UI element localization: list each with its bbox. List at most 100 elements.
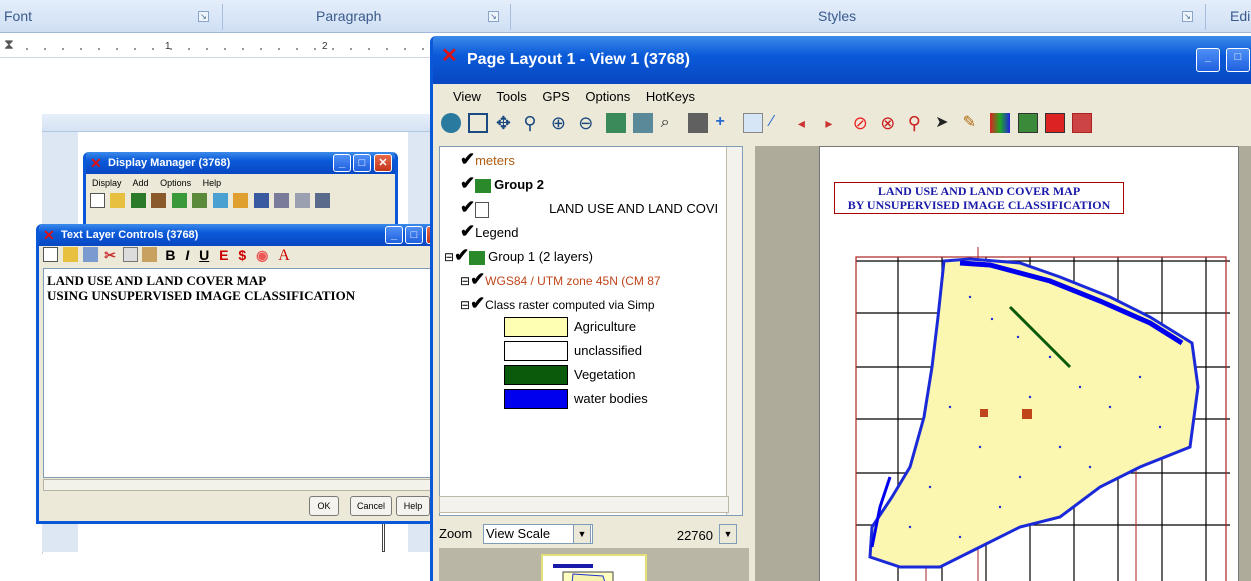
maximize-button[interactable]: □ (353, 154, 371, 172)
check-icon[interactable]: ✔ (470, 293, 485, 313)
layer-legend[interactable]: ✔Legend (460, 219, 518, 243)
text-layer-controls-window[interactable]: ✕ Text Layer Controls (3768) _ □ ✕ ✂ B I… (36, 224, 450, 524)
text-horizontal-scrollbar[interactable] (43, 479, 443, 491)
menu-tools[interactable]: Tools (496, 89, 526, 104)
stop-icon[interactable]: ⊗ (880, 113, 900, 133)
record-icon[interactable]: ◉ (256, 247, 268, 263)
layers-icon[interactable] (1072, 113, 1093, 133)
close-button[interactable]: ✕ (374, 154, 392, 172)
menu-gps[interactable]: GPS (542, 89, 569, 104)
cut-icon[interactable]: ✂ (103, 247, 118, 263)
save-icon[interactable] (130, 193, 146, 208)
measure-icon[interactable]: ⁄ (770, 113, 790, 133)
full-view-icon[interactable] (468, 113, 489, 133)
check-icon[interactable]: ✔ (460, 221, 475, 241)
ribbon-group-paragraph[interactable]: Paragraph (316, 8, 381, 28)
font-color-button[interactable]: A (278, 247, 290, 264)
layout-page[interactable]: LAND USE AND LAND COVER MAP BY UNSUPERVI… (819, 146, 1239, 581)
zoom-box-icon[interactable]: ⚲ (523, 113, 543, 133)
table-icon[interactable] (294, 193, 310, 208)
menu-hotkeys[interactable]: HotKeys (646, 89, 695, 104)
add-layer-icon[interactable]: + (716, 113, 736, 133)
save-icon[interactable] (82, 247, 98, 262)
menu-display[interactable]: Display (92, 178, 122, 188)
zoom-out-icon[interactable]: ⊖ (578, 113, 598, 133)
styles-dialog-launcher-icon[interactable]: ↘ (1182, 11, 1193, 22)
color-icon[interactable] (233, 193, 249, 208)
italic-button[interactable]: I (185, 247, 189, 263)
menu-view[interactable]: View (453, 89, 481, 104)
binoculars-icon[interactable]: ⌕ (661, 113, 681, 133)
layer-group-1[interactable]: ⊟✔ Group 1 (2 layers) (444, 243, 593, 267)
layer-list[interactable]: ✔meters ✔ Group 2 ✔ LAND USE AND LAND COVI… (439, 146, 743, 516)
menu-help[interactable]: Help (203, 178, 222, 188)
group-icon[interactable] (253, 193, 269, 208)
horizontal-ruler[interactable]: ⧗ 1 2 (0, 36, 440, 58)
previous-view-icon[interactable]: ◂ (798, 113, 818, 133)
new-icon[interactable] (43, 247, 58, 262)
find-icon[interactable]: ⚲ (908, 113, 928, 133)
layout-icon[interactable] (1044, 113, 1065, 133)
zoom-scale-dropdown-icon[interactable]: ▼ (719, 524, 737, 544)
bold-button[interactable]: B (165, 247, 175, 263)
zoom-scale-value[interactable]: 22760 (661, 524, 713, 548)
ribbon-group-editing[interactable]: Edi (1230, 8, 1250, 28)
check-icon[interactable]: ✔ (460, 149, 475, 169)
help-button[interactable]: Help (396, 496, 430, 516)
check-icon[interactable]: ✔ (460, 197, 475, 217)
pointer-icon[interactable]: ➤ (935, 113, 955, 133)
ribbon-group-styles[interactable]: Styles (818, 8, 856, 28)
next-view-icon[interactable]: ▸ (825, 113, 845, 133)
vector-icon[interactable] (192, 193, 208, 208)
layer-meters[interactable]: ✔meters (460, 147, 515, 171)
display-manager-titlebar[interactable]: ✕ Display Manager (3768) _ □ ✕ (86, 152, 395, 174)
layer-list-horizontal-scrollbar[interactable] (439, 496, 729, 513)
menu-options[interactable]: Options (160, 178, 191, 188)
pan-icon[interactable]: ✥ (496, 113, 516, 133)
add-icon[interactable] (212, 193, 228, 208)
text-entry-area[interactable]: LAND USE AND LAND COVER MAP USING UNSUPE… (43, 268, 443, 478)
menu-options[interactable]: Options (585, 89, 630, 104)
layer-icon[interactable] (151, 193, 167, 208)
scale-icon[interactable] (742, 113, 763, 133)
cancel-icon[interactable]: ⊘ (853, 113, 873, 133)
check-icon[interactable]: ✔ (460, 173, 475, 193)
indent-marker-icon[interactable]: ⧗ (4, 36, 14, 53)
cancel-button[interactable]: Cancel (350, 496, 392, 516)
enhance-button[interactable]: E (219, 247, 228, 263)
layer-title-text[interactable]: ✔ LAND USE AND LAND COVI (460, 195, 718, 219)
layer-group-2[interactable]: ✔ Group 2 (460, 171, 544, 195)
zoom-in-icon[interactable]: ⊕ (551, 113, 571, 133)
minimize-button[interactable]: _ (333, 154, 351, 172)
underline-button[interactable]: U (199, 247, 209, 263)
camera-icon[interactable] (688, 113, 709, 133)
minimize-button[interactable]: _ (1196, 48, 1220, 72)
redraw-icon[interactable] (441, 113, 461, 133)
legend-edit-icon[interactable] (990, 113, 1011, 133)
check-icon[interactable]: ✔ (454, 245, 469, 265)
menu-add[interactable]: Add (133, 178, 149, 188)
map-icon[interactable] (314, 193, 330, 208)
page-layout-window[interactable]: ✕ Page Layout 1 - View 1 (3768) _ □ View… (430, 36, 1251, 581)
paste-icon[interactable] (142, 247, 158, 262)
new-icon[interactable] (90, 193, 105, 208)
overview-thumbnail[interactable] (541, 554, 647, 581)
copy-icon[interactable] (122, 247, 138, 262)
font-dialog-launcher-icon[interactable]: ↘ (198, 11, 209, 22)
pencil-icon[interactable]: ✎ (963, 113, 983, 133)
paragraph-dialog-launcher-icon[interactable]: ↘ (488, 11, 499, 22)
maximize-button[interactable]: □ (1226, 48, 1250, 72)
zoom-mode-dropdown-icon[interactable]: ▼ (573, 524, 591, 544)
open-icon[interactable] (62, 247, 78, 262)
ok-button[interactable]: OK (309, 496, 339, 516)
layer-list-vertical-scrollbar[interactable] (726, 147, 742, 515)
page-layout-titlebar[interactable]: ✕ Page Layout 1 - View 1 (3768) _ □ (433, 36, 1251, 84)
maximize-button[interactable]: □ (405, 226, 423, 244)
grid-icon[interactable] (633, 113, 654, 133)
raster-icon[interactable] (171, 193, 187, 208)
grid-icon[interactable] (274, 193, 290, 208)
symbol-icon[interactable]: $ (238, 247, 246, 263)
select-icon[interactable] (605, 113, 626, 133)
open-icon[interactable] (110, 193, 126, 208)
map-icon[interactable] (1017, 113, 1038, 133)
